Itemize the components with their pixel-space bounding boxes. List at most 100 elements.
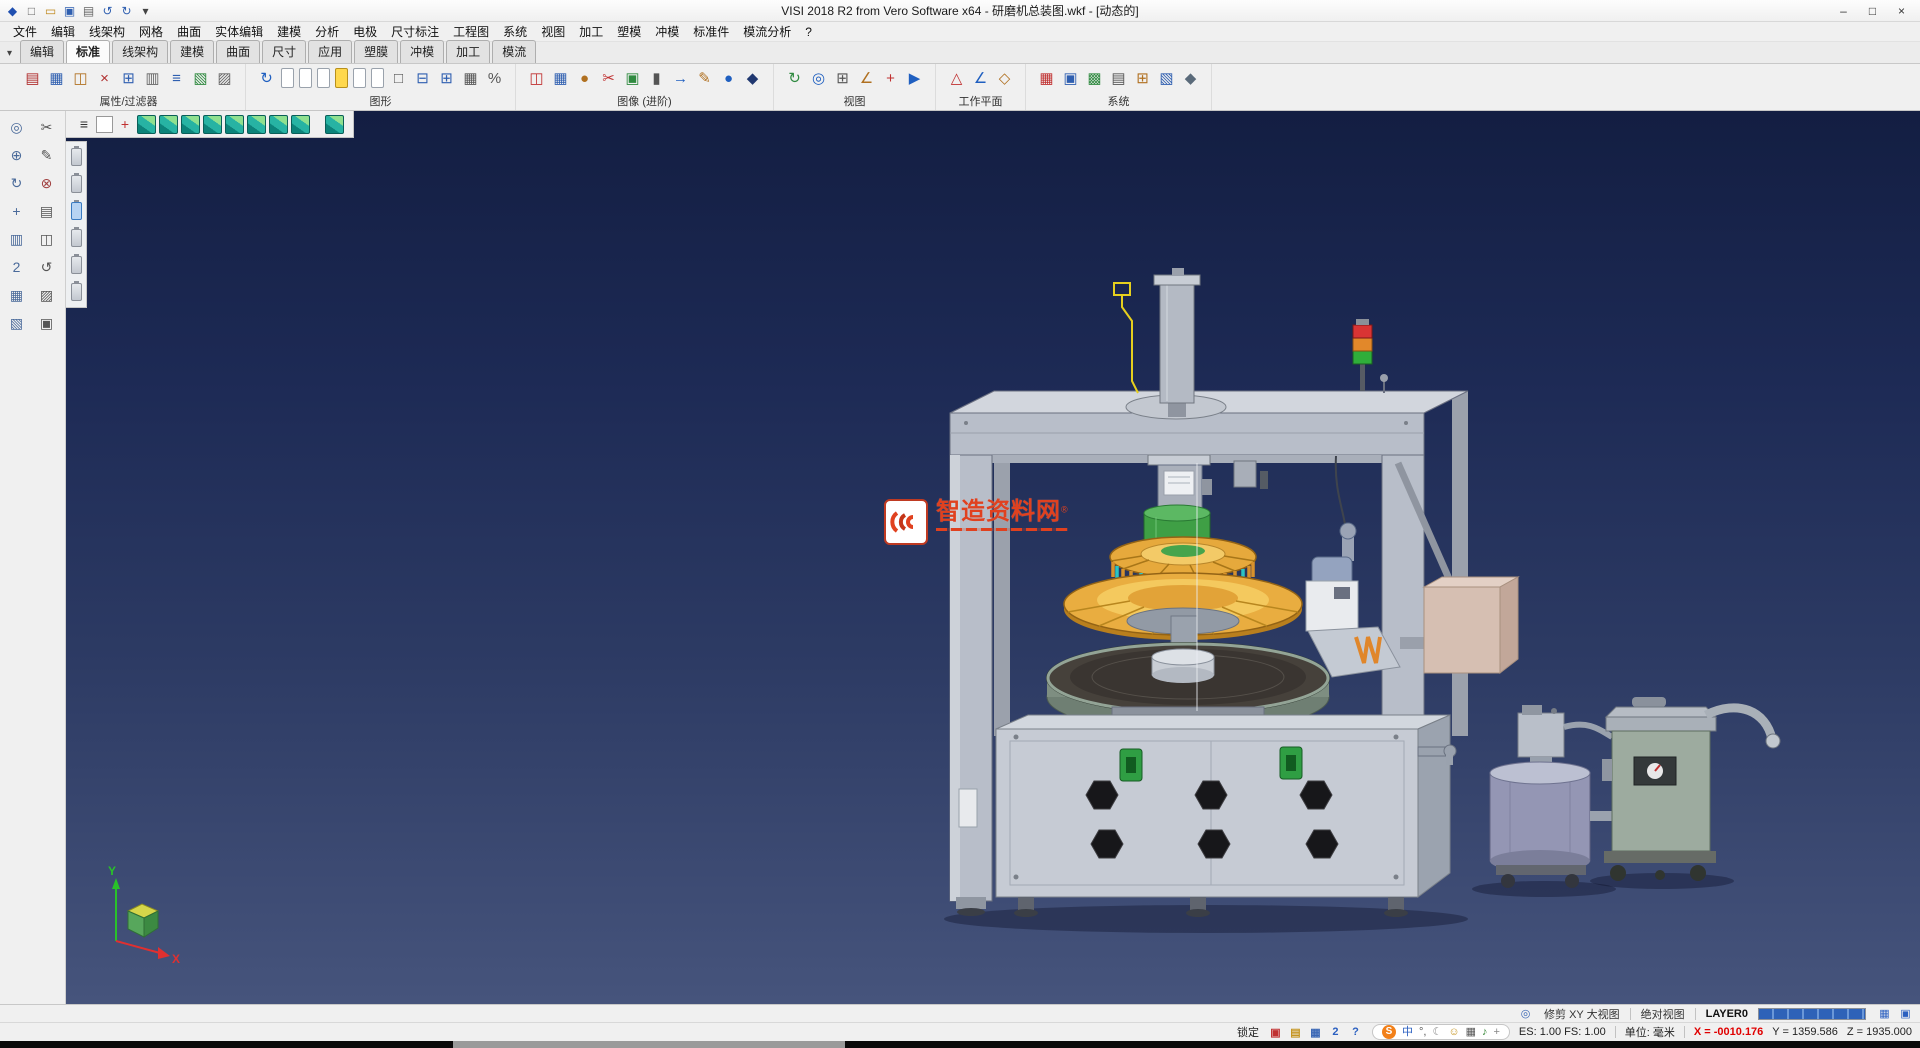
tb-shade-box[interactable]: □ [387, 67, 410, 89]
tab-die[interactable]: 冲模 [400, 40, 444, 63]
tb-regen[interactable]: ↻ [255, 67, 278, 89]
layer-panel-icon[interactable]: ▣ [1897, 1007, 1914, 1021]
measure-tool[interactable]: ◫ [35, 228, 59, 250]
print-icon[interactable]: ▤ [80, 2, 97, 20]
viewport-menu-icon[interactable]: ≡ [75, 115, 93, 134]
grid-toggle-icon[interactable]: ▦ [1876, 1007, 1893, 1021]
new-doc-icon[interactable]: □ [23, 2, 40, 20]
menu-system[interactable]: 系统 [496, 23, 534, 40]
menu-surface[interactable]: 曲面 [170, 23, 208, 40]
ime-logo[interactable]: S [1382, 1025, 1396, 1039]
ime-punct[interactable]: °, [1419, 1025, 1426, 1039]
menu-view[interactable]: 视图 [534, 23, 572, 40]
rotate-tool[interactable]: ↻ [5, 172, 29, 194]
menu-analysis[interactable]: 分析 [308, 23, 346, 40]
sketch-tool[interactable]: ✎ [35, 144, 59, 166]
menu-standard-parts[interactable]: 标准件 [686, 23, 736, 40]
view-iso-ne[interactable] [137, 115, 156, 134]
tb-attr-table[interactable]: ▦ [45, 67, 68, 89]
move-tool[interactable]: + [5, 200, 29, 222]
display-mode-icon[interactable]: ◎ [1517, 1007, 1534, 1021]
status-help2-icon[interactable]: 2 [1328, 1025, 1343, 1040]
status-grid-icon[interactable]: ▣ [1268, 1025, 1283, 1040]
active-layer-label[interactable]: LAYER0 [1706, 1008, 1748, 1020]
tb-view-angle[interactable]: ∠ [855, 67, 878, 89]
zoom-window-tool[interactable]: ◎ [5, 116, 29, 138]
print-tool[interactable]: ▥ [5, 228, 29, 250]
axis-origin-icon[interactable]: + [116, 115, 134, 134]
tb-attr-match[interactable]: ≡ [165, 67, 188, 89]
grid-tool[interactable]: ▦ [5, 284, 29, 306]
tab-modeling[interactable]: 建模 [170, 40, 214, 63]
tb-img-cube[interactable]: ◆ [741, 67, 764, 89]
menu-mesh[interactable]: 网格 [132, 23, 170, 40]
tb-sys-panel[interactable]: ▤ [1107, 67, 1130, 89]
view-blank-button[interactable] [96, 116, 113, 133]
lock-label[interactable]: 锁定 [1237, 1024, 1259, 1040]
view-back[interactable] [247, 115, 266, 134]
menu-edit[interactable]: 编辑 [44, 23, 82, 40]
menu-dimension[interactable]: 尺寸标注 [384, 23, 446, 40]
tb-img-glasses[interactable]: ◫ [525, 67, 548, 89]
tb-sys-monitor[interactable]: ▣ [1059, 67, 1082, 89]
tb-sys-grid[interactable]: ⊞ [1131, 67, 1154, 89]
tab-dimension[interactable]: 尺寸 [262, 40, 306, 63]
tb-attr-edit[interactable]: ▤ [21, 67, 44, 89]
tab-application[interactable]: 应用 [308, 40, 352, 63]
menu-machining[interactable]: 加工 [572, 23, 610, 40]
tb-box-grid[interactable]: ⊞ [435, 67, 458, 89]
ime-lang[interactable]: 中 [1402, 1025, 1413, 1039]
tb-img-arrow[interactable]: → [669, 67, 692, 89]
tb-wp-align[interactable]: ∠ [969, 67, 992, 89]
viewport-3d[interactable]: ≡ + [66, 111, 1920, 1004]
view-top[interactable] [181, 115, 200, 134]
ime-keyboard[interactable]: ▦ [1466, 1025, 1476, 1039]
tb-view-play[interactable]: ▶ [903, 67, 926, 89]
tb-wp-grid[interactable]: ◇ [993, 67, 1016, 89]
layers-tool[interactable]: ▤ [35, 200, 59, 222]
dim-tool[interactable]: 2 [5, 256, 29, 278]
tb-sys-colors[interactable]: ▦ [1035, 67, 1058, 89]
tb-card-1[interactable] [281, 68, 294, 88]
status-calendar-icon[interactable]: ▦ [1308, 1025, 1323, 1040]
save-icon[interactable]: ▣ [61, 2, 78, 20]
shade-tool[interactable]: ▧ [5, 312, 29, 334]
tab-standard[interactable]: 标准 [66, 40, 110, 63]
menu-flow-analysis[interactable]: 模流分析 [736, 23, 798, 40]
view-left[interactable] [269, 115, 288, 134]
tab-mold[interactable]: 塑膜 [354, 40, 398, 63]
tb-percent[interactable]: % [483, 67, 506, 89]
menu-file[interactable]: 文件 [6, 23, 44, 40]
dock-solid-1[interactable] [71, 148, 82, 166]
maximize-button[interactable]: □ [1858, 2, 1887, 20]
menu-modeling[interactable]: 建模 [270, 23, 308, 40]
clipboard-tool[interactable]: ▣ [35, 312, 59, 334]
menu-mold[interactable]: 塑模 [610, 23, 648, 40]
view-bottom[interactable] [203, 115, 222, 134]
tb-filter-green[interactable]: ▧ [189, 67, 212, 89]
tb-card-3[interactable] [317, 68, 330, 88]
tb-sys-hatch[interactable]: ▧ [1155, 67, 1178, 89]
dock-solid-5[interactable] [71, 256, 82, 274]
tab-dropdown-icon[interactable]: ▾ [4, 48, 18, 63]
tb-filter-hatch[interactable]: ▨ [213, 67, 236, 89]
undo-tool[interactable]: ↺ [35, 256, 59, 278]
tb-view-center[interactable]: + [879, 67, 902, 89]
tb-card-4[interactable] [335, 68, 348, 88]
ime-moon[interactable]: ☾ [1432, 1025, 1442, 1039]
dock-solid-6[interactable] [71, 283, 82, 301]
hatch-tool[interactable]: ▨ [35, 284, 59, 306]
tb-attr-copy[interactable]: ◫ [69, 67, 92, 89]
tb-view-target[interactable]: ◎ [807, 67, 830, 89]
tb-img-film[interactable]: ▮ [645, 67, 668, 89]
tab-machining[interactable]: 加工 [446, 40, 490, 63]
tab-edit[interactable]: 编辑 [20, 40, 64, 63]
redo-titlebar-icon[interactable]: ↻ [118, 2, 135, 20]
dock-solid-3[interactable] [71, 202, 82, 220]
point-snap-tool[interactable]: ⊕ [5, 144, 29, 166]
open-doc-icon[interactable]: ▭ [42, 2, 59, 20]
view-iso-nw[interactable] [159, 115, 178, 134]
tb-img-crop[interactable]: ✂ [597, 67, 620, 89]
menu-solid-edit[interactable]: 实体编辑 [208, 23, 270, 40]
tb-img-mask[interactable]: ▣ [621, 67, 644, 89]
